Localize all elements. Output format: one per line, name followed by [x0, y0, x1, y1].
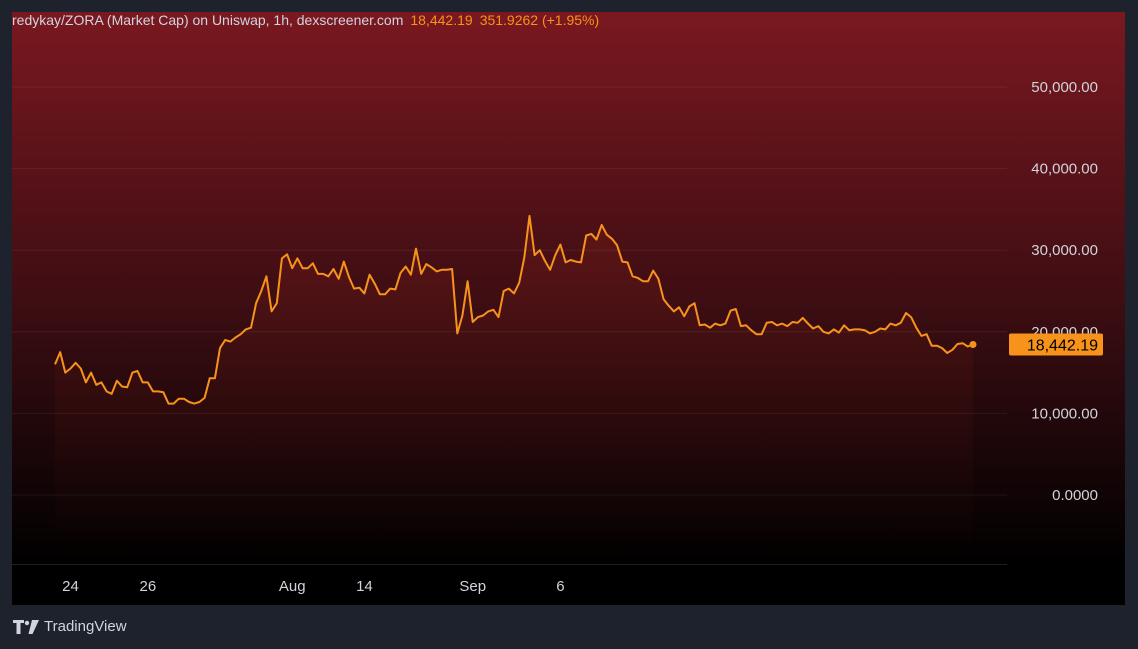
price-tag-label: 18,442.19	[1027, 338, 1098, 355]
chart-title: redykay/ZORA (Market Cap) on Uniswap, 1h…	[12, 12, 404, 28]
y-tick-label: 0.0000	[1052, 487, 1098, 504]
y-tick-label: 10,000.00	[1031, 405, 1098, 422]
y-tick-label: 40,000.00	[1031, 161, 1098, 178]
y-tick-label: 30,000.00	[1031, 242, 1098, 259]
time-axis-strip	[12, 564, 1125, 605]
x-tick-label: 14	[356, 578, 373, 595]
last-value-text: 18,442.19	[410, 12, 473, 28]
tradingview-logo-icon	[13, 619, 39, 634]
x-tick-label: Aug	[279, 578, 306, 595]
x-tick-label: Sep	[459, 578, 486, 595]
x-tick-label: 24	[62, 578, 79, 595]
plot-canvas[interactable]: 50,000.0040,000.0030,000.0020,000.0010,0…	[12, 12, 1125, 605]
chart-area[interactable]: 50,000.00 40,000.00 30,000.00 20,000.00 10,0…	[12, 12, 1125, 605]
tradingview-label: TradingView	[44, 618, 127, 635]
change-text: 351.9262 (+1.95%)	[479, 12, 600, 28]
tradingview-branding[interactable]: TradingView	[13, 618, 127, 635]
x-tick-label: 26	[139, 578, 156, 595]
chart-header: redykay/ZORA (Market Cap) on Uniswap, 1h…	[12, 11, 599, 29]
y-tick-label: 50,000.00	[1031, 79, 1098, 96]
last-point-marker[interactable]	[969, 341, 977, 349]
x-tick-label: 6	[556, 578, 564, 595]
